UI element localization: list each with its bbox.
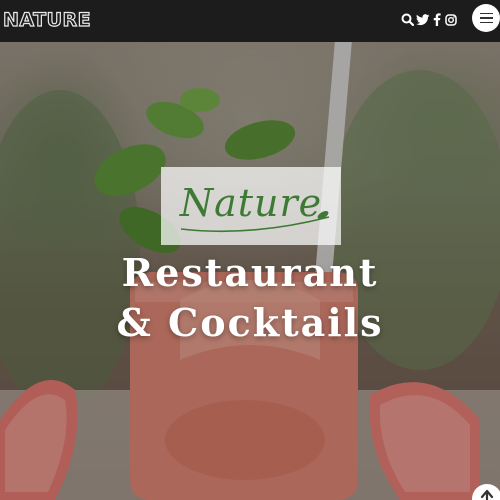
script-title-box: Nature xyxy=(161,167,341,245)
search-icon[interactable] xyxy=(400,12,415,27)
facebook-icon[interactable] xyxy=(429,12,444,27)
hero-headline-line2: & Cocktails xyxy=(116,300,384,345)
hero-headline-line1: Restaurant xyxy=(121,250,379,295)
arrow-up-icon xyxy=(480,489,494,500)
instagram-icon[interactable] xyxy=(443,12,458,27)
site-logo[interactable]: Nature xyxy=(2,8,91,31)
hamburger-menu-icon[interactable] xyxy=(472,4,500,32)
twitter-icon[interactable] xyxy=(415,12,430,27)
top-navbar: Nature xyxy=(0,0,500,42)
script-title: Nature xyxy=(179,181,323,225)
